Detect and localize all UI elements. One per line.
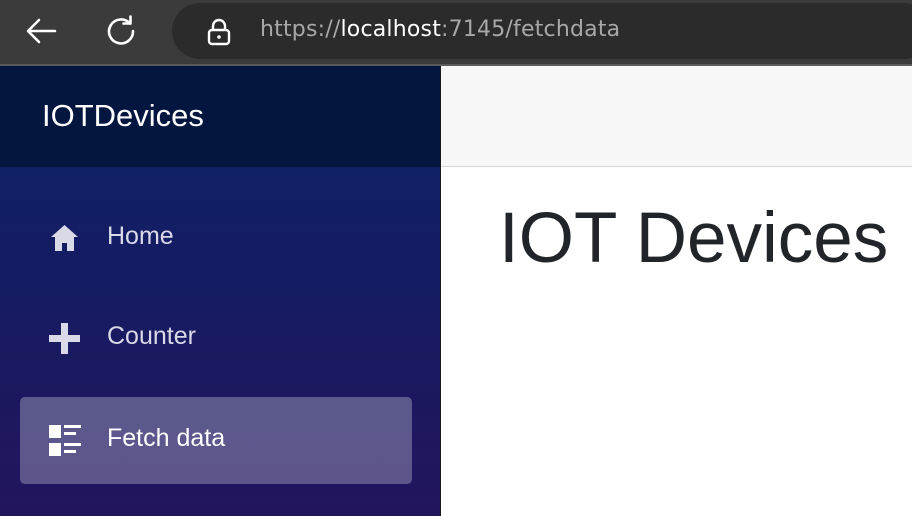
refresh-icon xyxy=(107,15,135,45)
url-scheme: https:// xyxy=(260,17,341,42)
brand-bar: IOTDevices xyxy=(0,66,441,167)
url-host: localhost xyxy=(340,17,442,42)
app-brand-link[interactable]: IOTDevices xyxy=(42,98,204,134)
sidebar-item-counter[interactable]: Counter xyxy=(20,295,412,382)
sidebar-item-label: Counter xyxy=(107,322,196,350)
address-bar[interactable]: https://localhost:7145/fetchdata xyxy=(172,3,912,59)
url-path: :7145/fetchdata xyxy=(441,17,621,42)
back-button[interactable] xyxy=(17,8,65,54)
page-title: IOT Devices xyxy=(499,199,889,278)
plus-icon xyxy=(49,323,80,354)
top-row xyxy=(441,66,912,167)
lock-icon[interactable] xyxy=(206,18,232,46)
url-text[interactable]: https://localhost:7145/fetchdata xyxy=(260,17,620,42)
sidebar-item-label: Home xyxy=(107,222,174,250)
sidebar: IOTDevices Home Counter Fetch data xyxy=(0,66,441,516)
list-rich-icon xyxy=(49,425,81,456)
refresh-button[interactable] xyxy=(97,8,145,54)
sidebar-item-fetch-data[interactable]: Fetch data xyxy=(20,397,412,484)
home-icon xyxy=(51,225,78,251)
back-arrow-icon xyxy=(26,18,57,44)
sidebar-item-home[interactable]: Home xyxy=(20,195,412,282)
sidebar-item-label: Fetch data xyxy=(107,424,226,452)
